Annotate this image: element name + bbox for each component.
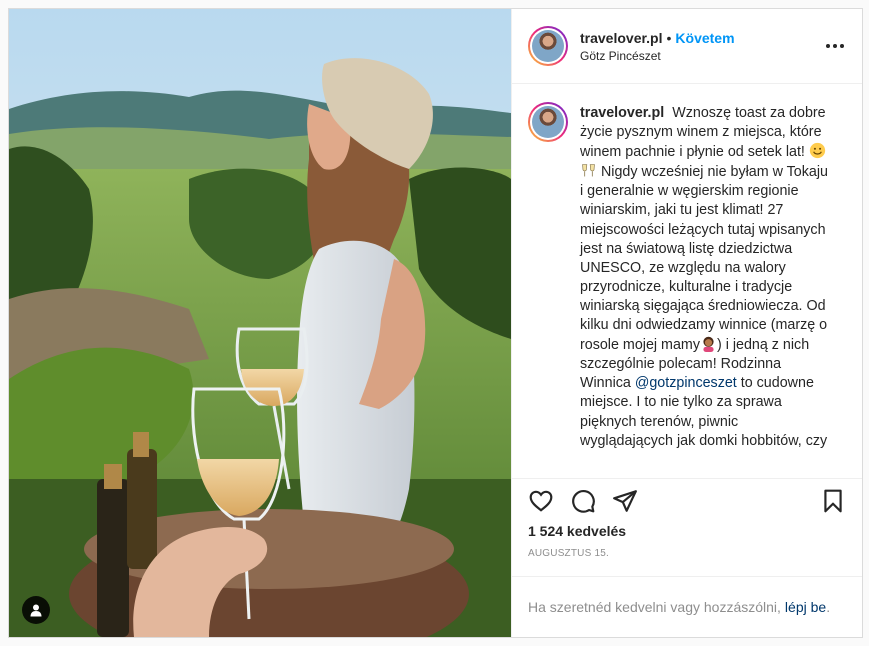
post-photo[interactable] (9, 9, 511, 637)
login-prompt-end: . (826, 599, 831, 615)
post-card: travelover.pl • Követem Götz Pincészet t… (8, 8, 863, 638)
smiling-face-emoji-icon (809, 143, 826, 159)
heart-icon[interactable] (528, 488, 554, 514)
mention-link[interactable]: @gotzpinceszet (635, 375, 737, 391)
avatar[interactable] (528, 26, 568, 66)
user-silhouette-icon (30, 604, 42, 617)
post-date: AUGUSZTUS 15. (512, 545, 862, 577)
action-bar (512, 479, 862, 523)
caption-username-link[interactable]: travelover.pl (580, 105, 664, 121)
bookmark-icon[interactable] (820, 488, 846, 514)
separator-dot: • (666, 29, 672, 46)
location-link[interactable]: Götz Pincészet (580, 49, 735, 63)
caption-area[interactable]: travelover.pl Wznoszę toast za dobre życ… (512, 84, 862, 479)
login-prompt-text: Ha szeretnéd kedvelni vagy hozzászólni, (528, 599, 781, 615)
post-sidebar: travelover.pl • Követem Götz Pincészet t… (511, 9, 862, 637)
paper-plane-icon[interactable] (612, 488, 638, 514)
post-image (9, 9, 511, 637)
login-prompt: Ha szeretnéd kedvelni vagy hozzászólni, … (512, 577, 862, 637)
woman-gesturing-emoji-icon (703, 336, 714, 353)
clinking-glasses-emoji-icon (582, 164, 595, 177)
avatar-image (532, 30, 564, 62)
follow-button[interactable]: Követem (675, 30, 734, 46)
caption-avatar[interactable] (528, 102, 568, 142)
more-options-icon[interactable] (826, 37, 844, 55)
user-tag-icon[interactable] (22, 596, 50, 624)
avatar-image (532, 106, 564, 138)
login-link[interactable]: lépj be (785, 599, 826, 615)
post-header: travelover.pl • Követem Götz Pincészet (512, 9, 862, 84)
post-caption: travelover.pl Wznoszę toast za dobre życ… (580, 104, 830, 478)
caption-text-2: Nigdy wcześniej nie byłam w Tokaju i gen… (580, 164, 828, 354)
comment-icon[interactable] (570, 488, 596, 514)
likes-count[interactable]: 1 524 kedvelés (512, 523, 862, 545)
username-link[interactable]: travelover.pl (580, 30, 663, 46)
